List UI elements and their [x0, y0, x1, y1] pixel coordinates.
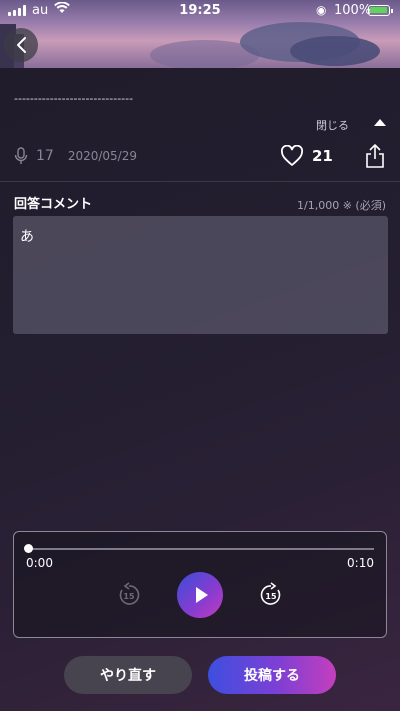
rotation-lock-icon: ◉ — [316, 3, 327, 17]
share-icon[interactable] — [364, 143, 386, 169]
chevron-left-icon — [17, 37, 26, 53]
rewind-15-icon[interactable]: 15 — [116, 582, 142, 608]
svg-text:15: 15 — [123, 592, 135, 601]
retry-button[interactable]: やり直す — [64, 656, 192, 694]
svg-text:15: 15 — [265, 592, 277, 601]
status-bar: au 19:25 ◉ 100% — [0, 0, 400, 22]
post-button[interactable]: 投稿する — [208, 656, 336, 694]
divider — [0, 181, 400, 182]
microphone-icon — [14, 147, 28, 164]
like-count: 21 — [312, 147, 333, 165]
forward-15-icon[interactable]: 15 — [258, 582, 284, 608]
total-time: 0:10 — [347, 556, 374, 570]
play-button[interactable] — [177, 572, 223, 618]
seek-thumb[interactable] — [23, 544, 33, 553]
comment-title: 回答コメント — [14, 197, 93, 212]
post-text: ------------------------------ — [14, 92, 134, 105]
like-button[interactable]: 21 — [280, 145, 333, 167]
current-time: 0:00 — [26, 556, 53, 570]
heart-icon — [280, 145, 304, 166]
audio-player: 0:00 0:10 15 15 — [13, 531, 387, 638]
comment-counter: 1/1,000 ※ (必須) — [297, 199, 386, 212]
play-icon — [196, 587, 208, 603]
play-count: 17 — [36, 148, 54, 164]
seek-bar[interactable] — [28, 548, 374, 550]
back-button[interactable] — [4, 28, 38, 62]
caret-up-icon[interactable] — [374, 119, 386, 126]
battery-percent: 100% — [334, 3, 372, 18]
post-meta: 17 2020/05/29 — [14, 147, 137, 165]
close-toggle[interactable]: 閉じる — [316, 117, 349, 133]
comment-textarea[interactable]: あ — [13, 216, 388, 334]
battery-icon — [368, 5, 393, 16]
cloud — [290, 36, 380, 66]
post-date: 2020/05/29 — [67, 149, 137, 163]
